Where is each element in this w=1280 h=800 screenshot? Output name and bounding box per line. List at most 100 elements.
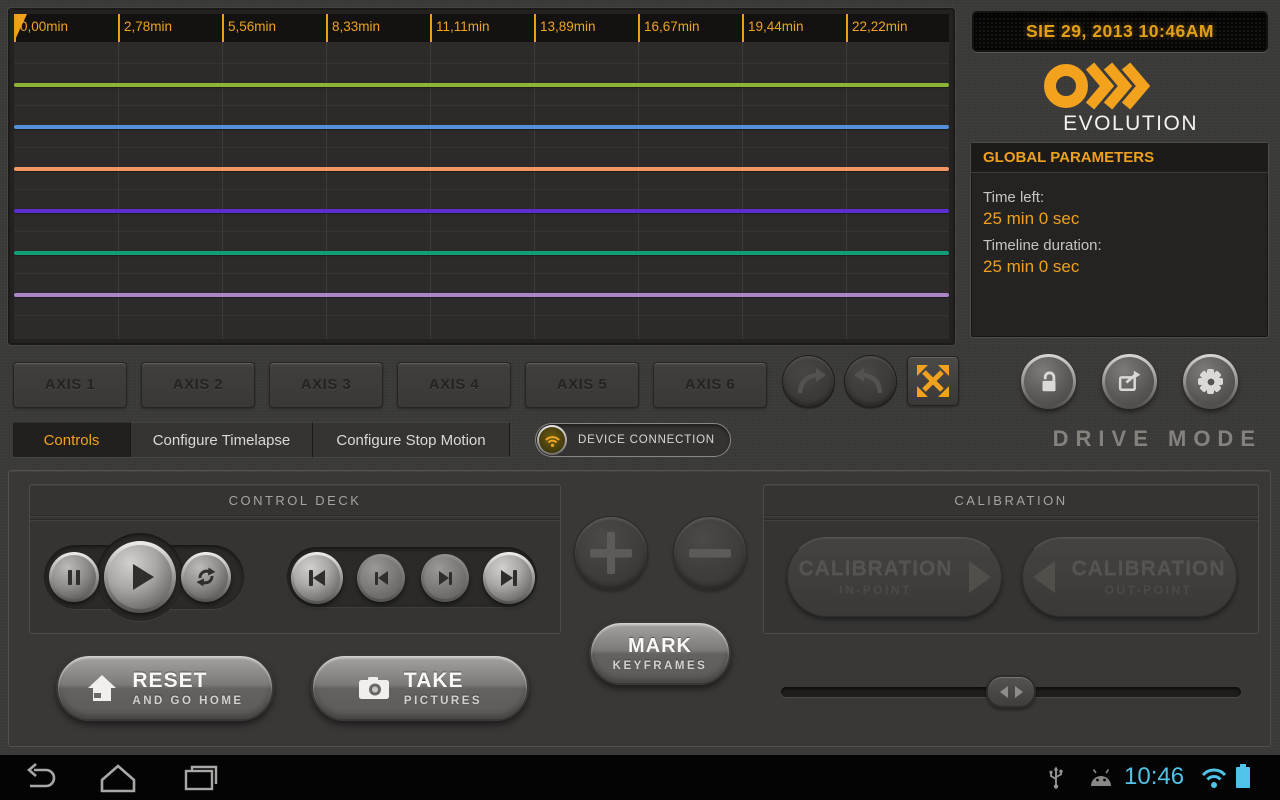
wifi-icon — [544, 433, 561, 448]
timeline-chart-area[interactable] — [14, 42, 949, 339]
timeline-ruler[interactable]: 0,00min2,78min5,56min8,33min11,11min13,8… — [14, 14, 949, 42]
share-button[interactable] — [1102, 354, 1157, 409]
prev-keyframe-button[interactable] — [357, 554, 405, 602]
timeline-duration-value: 25 min 0 sec — [983, 257, 1256, 277]
usb-icon — [1048, 766, 1064, 790]
timeline-curve-5[interactable] — [14, 251, 949, 255]
reset-button-title: RESET — [132, 669, 243, 693]
control-deck-panel: CONTROL DECK — [29, 484, 561, 634]
remove-keyframe-button[interactable] — [673, 516, 747, 590]
gridline-horizontal — [14, 105, 949, 106]
axis-button-2[interactable]: AXIS 2 — [141, 362, 255, 408]
undo-button[interactable] — [844, 355, 897, 408]
android-debug-icon — [1088, 769, 1114, 787]
gridline-horizontal — [14, 63, 949, 64]
tab-controls[interactable]: Controls — [13, 422, 131, 457]
skip-end-icon — [486, 555, 532, 601]
loop-button[interactable] — [181, 552, 231, 602]
calibration-out-subtitle: OUT-POINT — [1071, 583, 1225, 597]
calibration-panel: CALIBRATION CALIBRATION IN-POINT CALIBRA… — [763, 484, 1259, 634]
drive-mode-label: DRIVE MODE — [1000, 426, 1262, 452]
triangle-left-icon — [1033, 561, 1055, 593]
timeline-curve-3[interactable] — [14, 167, 949, 171]
calibration-in-title: CALIBRATION — [798, 557, 952, 581]
mark-button-title: MARK — [628, 635, 692, 658]
android-nav-bar: 10:46 — [0, 755, 1280, 800]
expand-fullscreen-button[interactable] — [907, 356, 959, 406]
calibration-title: CALIBRATION — [764, 485, 1258, 514]
take-button-subtitle: PICTURES — [404, 695, 482, 707]
gridline-horizontal — [14, 189, 949, 190]
calibration-out-title: CALIBRATION — [1071, 557, 1225, 581]
slider-left-arrow-icon — [1000, 686, 1008, 698]
redo-button[interactable] — [782, 355, 835, 408]
play-icon — [108, 545, 172, 609]
home-nav-icon[interactable] — [98, 762, 138, 794]
tab-configure-timelapse[interactable]: Configure Timelapse — [131, 422, 313, 457]
home-icon — [86, 673, 118, 703]
share-icon — [1116, 368, 1143, 395]
controls-panel: CONTROL DECK — [8, 470, 1271, 747]
lock-button[interactable] — [1021, 354, 1076, 409]
redo-icon — [789, 362, 829, 402]
device-connection-button[interactable]: DEVICE CONNECTION — [535, 423, 731, 457]
device-connection-label: DEVICE CONNECTION — [578, 424, 730, 456]
timeline-curve-4[interactable] — [14, 209, 949, 213]
battery-icon — [1236, 767, 1250, 788]
timeline-curve-1[interactable] — [14, 83, 949, 87]
calibration-in-point-button[interactable]: CALIBRATION IN-POINT — [787, 537, 1002, 617]
undo-icon — [851, 362, 891, 402]
timeline-curve-6[interactable] — [14, 293, 949, 297]
pause-icon — [52, 555, 96, 599]
take-pictures-button[interactable]: TAKE PICTURES — [311, 654, 529, 721]
timeline-curve-2[interactable] — [14, 125, 949, 129]
next-keyframe-button[interactable] — [421, 554, 469, 602]
gridline-horizontal — [14, 231, 949, 232]
tab-bar: ControlsConfigure TimelapseConfigure Sto… — [13, 422, 510, 457]
axis-button-6[interactable]: AXIS 6 — [653, 362, 767, 408]
reset-button-subtitle: AND GO HOME — [132, 695, 243, 707]
timeline-duration-label: Timeline duration: — [983, 237, 1256, 254]
clock-display: SIE 29, 2013 10:46AM — [972, 11, 1268, 52]
time-left-value: 25 min 0 sec — [983, 209, 1256, 229]
tab-configure-stop-motion[interactable]: Configure Stop Motion — [313, 422, 510, 457]
skip-to-start-button[interactable] — [291, 552, 343, 604]
add-keyframe-button[interactable] — [574, 516, 648, 590]
prev-keyframe-icon — [360, 557, 402, 599]
logo-wordmark: EVOLUTION — [1040, 112, 1198, 136]
global-parameters-panel: GLOBAL PARAMETERS Time left: 25 min 0 se… — [970, 142, 1269, 338]
calibration-slider-handle[interactable] — [986, 675, 1036, 708]
loop-icon — [193, 564, 219, 590]
axis-button-3[interactable]: AXIS 3 — [269, 362, 383, 408]
calibration-out-point-button[interactable]: CALIBRATION OUT-POINT — [1022, 537, 1237, 617]
axis-button-4[interactable]: AXIS 4 — [397, 362, 511, 408]
back-nav-icon[interactable] — [22, 762, 60, 794]
calibration-in-subtitle: IN-POINT — [798, 583, 952, 597]
time-left-label: Time left: — [983, 189, 1256, 206]
gear-icon — [1197, 368, 1224, 395]
control-deck-title: CONTROL DECK — [30, 485, 560, 514]
plus-icon — [590, 532, 632, 574]
evolution-logo-icon — [1044, 60, 1156, 117]
slider-right-arrow-icon — [1015, 686, 1023, 698]
reset-go-home-button[interactable]: RESET AND GO HOME — [56, 654, 274, 721]
expand-icon — [914, 362, 952, 400]
mark-keyframes-button[interactable]: MARK KEYFRAMES — [589, 621, 731, 685]
timeline-panel: 0,00min2,78min5,56min8,33min11,11min13,8… — [8, 8, 955, 345]
unlock-icon — [1036, 369, 1062, 395]
settings-button[interactable] — [1183, 354, 1238, 409]
minus-icon — [689, 532, 731, 574]
status-clock: 10:46 — [1124, 763, 1184, 791]
axis-button-row: AXIS 1 AXIS 2 AXIS 3 AXIS 4 AXIS 5 AXIS 6 — [13, 362, 767, 408]
play-button[interactable] — [104, 541, 176, 613]
recents-nav-icon[interactable] — [182, 762, 220, 794]
camera-icon — [358, 676, 390, 700]
pause-button[interactable] — [49, 552, 99, 602]
skip-to-end-button[interactable] — [483, 552, 535, 604]
wifi-status-icon — [1200, 766, 1228, 789]
triangle-right-icon — [969, 561, 991, 593]
axis-button-1[interactable]: AXIS 1 — [13, 362, 127, 408]
axis-button-5[interactable]: AXIS 5 — [525, 362, 639, 408]
take-button-title: TAKE — [404, 669, 482, 693]
app-screen: 0,00min2,78min5,56min8,33min11,11min13,8… — [0, 0, 1280, 800]
